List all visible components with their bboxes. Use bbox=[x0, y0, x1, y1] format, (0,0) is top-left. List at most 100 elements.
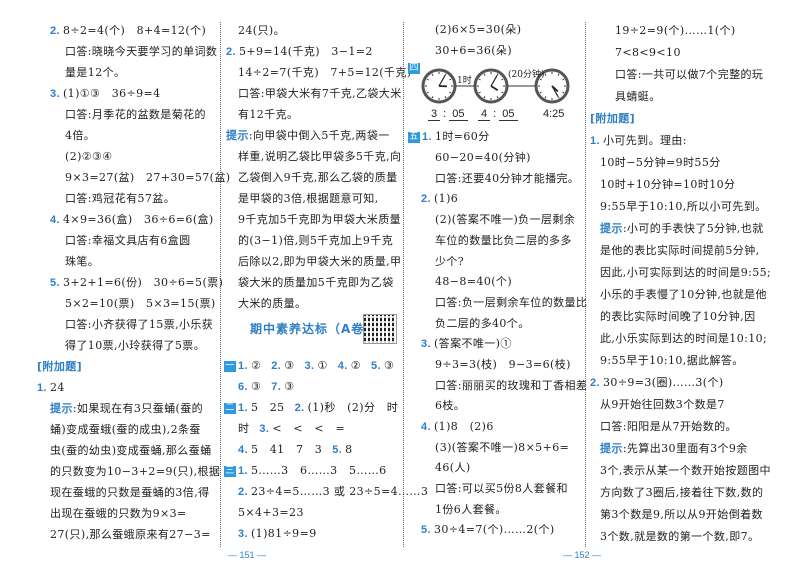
answer-text: 30+6=36(朵) bbox=[435, 43, 513, 57]
section-heading: [附加题] bbox=[37, 356, 217, 377]
question-number: 4. bbox=[337, 360, 348, 372]
answer-text: 负二层的多40个。 bbox=[435, 316, 530, 330]
answer-text: :向甲袋中倒入5千克,两袋一 bbox=[248, 129, 390, 142]
answer-text: 5+9=14(千克) 3−1=2 bbox=[238, 45, 373, 58]
clock-face-icon bbox=[421, 68, 457, 104]
arrow-label-20min: (20分钟) bbox=[508, 70, 545, 81]
answer-text: 10时+10分钟=10时10分 bbox=[600, 178, 736, 191]
question-number: 3. bbox=[304, 360, 315, 372]
answer-line: 46(人) bbox=[408, 458, 584, 479]
answer-line: 9×3=27(盆) 27+30=57(盆) bbox=[37, 167, 230, 188]
answer-text: 5 41 7 3 bbox=[250, 443, 323, 456]
answer-line: 的表比实际时间晚了10分钟,因 bbox=[590, 306, 795, 328]
answer-line: 4. 5 41 7 3 5. 8 bbox=[224, 439, 402, 460]
answer-line: 的只数变为10−3+2=9(只),根据 bbox=[37, 461, 220, 482]
clock-section: 四 1时 (20分钟) 3 : 05 4 : 05 4:25 bbox=[408, 61, 584, 127]
answer-line: 2. 5+9=14(千克) 3−1=2 bbox=[224, 41, 402, 62]
answer-line: 19÷2=9(个)……1(个) bbox=[590, 20, 795, 42]
answer-line: 9千克加5千克即为甲袋大米质量 bbox=[224, 209, 402, 230]
answer-text: 30÷4=7(个)……2(个) bbox=[433, 523, 555, 537]
answer-text: 口答:小齐获得了15票,小乐获 bbox=[65, 318, 214, 331]
answer-text: 48−8=40(个) bbox=[435, 275, 513, 289]
question-number: 7. bbox=[271, 381, 282, 393]
answer-line: 乙袋倒入9千克,那么乙袋的质量 bbox=[224, 167, 402, 188]
answer-line: (2)6×5=30(朵) bbox=[408, 20, 584, 41]
question-number: 1. bbox=[238, 465, 248, 477]
answer-text: ① bbox=[317, 359, 328, 372]
section-heading: [附加题] bbox=[590, 108, 795, 130]
section-badge: 二 bbox=[224, 403, 236, 414]
answer-text: ② bbox=[250, 359, 262, 372]
answer-text: 4×9=36(盒) 36÷6=6(盒) bbox=[62, 213, 214, 226]
answer-line: 样重,说明乙袋比甲袋多5千克,向 bbox=[224, 146, 402, 167]
answer-line: 从9开始往回数3个数是7 bbox=[590, 394, 795, 416]
answer-text: 5×2=10(票) 5×3=15(票) bbox=[65, 297, 216, 310]
answer-line: 少个? bbox=[408, 252, 584, 273]
answer-line: 提示:小可的手表快了5分钟,也就 bbox=[590, 218, 795, 240]
answer-text: 是甲袋的3倍,根据题意可知, bbox=[238, 192, 379, 205]
answer-line: 3. (1)①③ 36÷9=4 bbox=[37, 83, 217, 104]
answer-text: ③ bbox=[284, 359, 295, 372]
question-number: 5. bbox=[421, 524, 431, 537]
answer-line: 蛹)变成蚕蛾(蚕的成虫),2条蚕 bbox=[37, 419, 217, 440]
answer-text: 口答:负一层剩余车位的数量比 bbox=[435, 295, 588, 309]
answer-line: 提示:如果现在有3只蚕蛹(蚕的 bbox=[37, 398, 217, 419]
answer-line: 10时−5分钟=9时55分 bbox=[590, 152, 795, 174]
clock-time-label: 4:25 bbox=[543, 108, 564, 120]
answer-line: 6枝。 bbox=[408, 396, 584, 417]
answer-text: (1)8 (2)6 bbox=[433, 420, 494, 433]
answer-text: 虫(蚕的幼虫)变成蚕蛹,那么蚕蛹 bbox=[50, 444, 212, 457]
answer-line: 口答:可以买5份8人套餐和 bbox=[408, 479, 584, 500]
answer-line: 此,小乐实际到达的时间是10:10; bbox=[590, 328, 795, 350]
question-number: 1. bbox=[238, 360, 248, 372]
answer-line: 后除以2,即为甲袋大米的质量,甲 bbox=[224, 251, 402, 272]
answer-text: (2)(答案不唯一)负一层剩余 bbox=[435, 213, 576, 227]
answer-line: 具蜻蜓。 bbox=[590, 86, 795, 108]
answer-line: 4. 4×9=36(盒) 36÷6=6(盒) bbox=[37, 209, 217, 230]
answer-text: 小乐的手表慢了10分钟,也就是他 bbox=[600, 288, 767, 301]
answer-text: (1)6 bbox=[433, 192, 459, 206]
exam-title-block: 期中素养达标（A卷） bbox=[224, 314, 402, 355]
answer-line: 2. (1)6 bbox=[408, 189, 584, 210]
question-number: 5. bbox=[371, 360, 381, 372]
answer-text: 1份6人套餐。 bbox=[435, 502, 507, 516]
answer-text: 3+2+1=6(份) 30÷6=5(票) bbox=[62, 276, 224, 289]
answer-text: 口答:甲袋大米有7千克,乙袋大米 bbox=[238, 87, 402, 100]
answer-line: 9:55早于10:10,据此解答。 bbox=[590, 350, 795, 372]
answer-line: 3. (答案不唯一)① bbox=[408, 334, 584, 355]
hint-label: 提示 bbox=[600, 222, 623, 235]
answer-line: 现在蚕蛾的只数是蚕蛹的3倍,得 bbox=[37, 482, 217, 503]
answer-column-1: 2. 8÷2=4(个) 8+4=12(个) 口答:晓晓今天要学习的单词数 量是12个。… bbox=[37, 20, 230, 545]
answer-line: 有12千克。 bbox=[224, 104, 402, 125]
answer-line: 2. 8÷2=4(个) 8+4=12(个) bbox=[37, 20, 217, 41]
answer-line: 24(只)。 bbox=[224, 20, 402, 41]
answer-text: 口答:鸡冠花有57盆。 bbox=[65, 192, 176, 205]
answer-text: 此,小乐实际到达的时间是10:10; bbox=[600, 332, 768, 345]
answer-text: 60−20=40(分钟) bbox=[435, 151, 531, 165]
answer-line: 二 1. 5 25 2. (1)秒 (2)分 时 bbox=[224, 397, 402, 418]
answer-line: 车位的数量比负二层的多多 bbox=[408, 231, 584, 252]
hint-label: 提示 bbox=[226, 129, 249, 142]
answer-line: 5×2=10(票) 5×3=15(票) bbox=[37, 293, 217, 314]
question-number: 6. bbox=[238, 381, 248, 393]
answer-line: 口答:还要40分钟才能播完。 bbox=[408, 169, 584, 190]
answer-line: 提示:先算出30里面有3个9余 bbox=[590, 438, 795, 460]
column-divider bbox=[403, 22, 404, 547]
answer-text: (3)(答案不唯一)8×5+6= bbox=[435, 440, 570, 454]
answer-text: ② bbox=[350, 359, 361, 372]
answer-text: ③ bbox=[383, 359, 395, 372]
heading-text: [附加题] bbox=[590, 112, 636, 125]
answer-line: 提示:向甲袋中倒入5千克,两袋一 bbox=[224, 125, 402, 146]
answer-line: 第3个数是9,所以从9开始倒着数 bbox=[590, 504, 795, 526]
answer-text: 9:55早于10:10,据此解答。 bbox=[600, 354, 744, 367]
question-number: 5. bbox=[50, 277, 60, 289]
hint-label: 提示 bbox=[600, 442, 623, 455]
answer-line: 1份6人套餐。 bbox=[408, 500, 584, 521]
answer-line: 48−8=40(个) bbox=[408, 272, 584, 293]
answer-line: 三 1. 5……3 6……3 5……6 bbox=[224, 460, 402, 481]
question-number: 5. bbox=[332, 444, 343, 456]
page-number-right: — 152 — bbox=[563, 550, 602, 560]
answer-line: 口答:月季花的盆数是菊花的 bbox=[37, 104, 217, 125]
answer-text: 袋大米的质量加5千克即为乙袋 bbox=[238, 276, 394, 289]
answer-text: (1)①③ 36÷9=4 bbox=[62, 87, 161, 100]
